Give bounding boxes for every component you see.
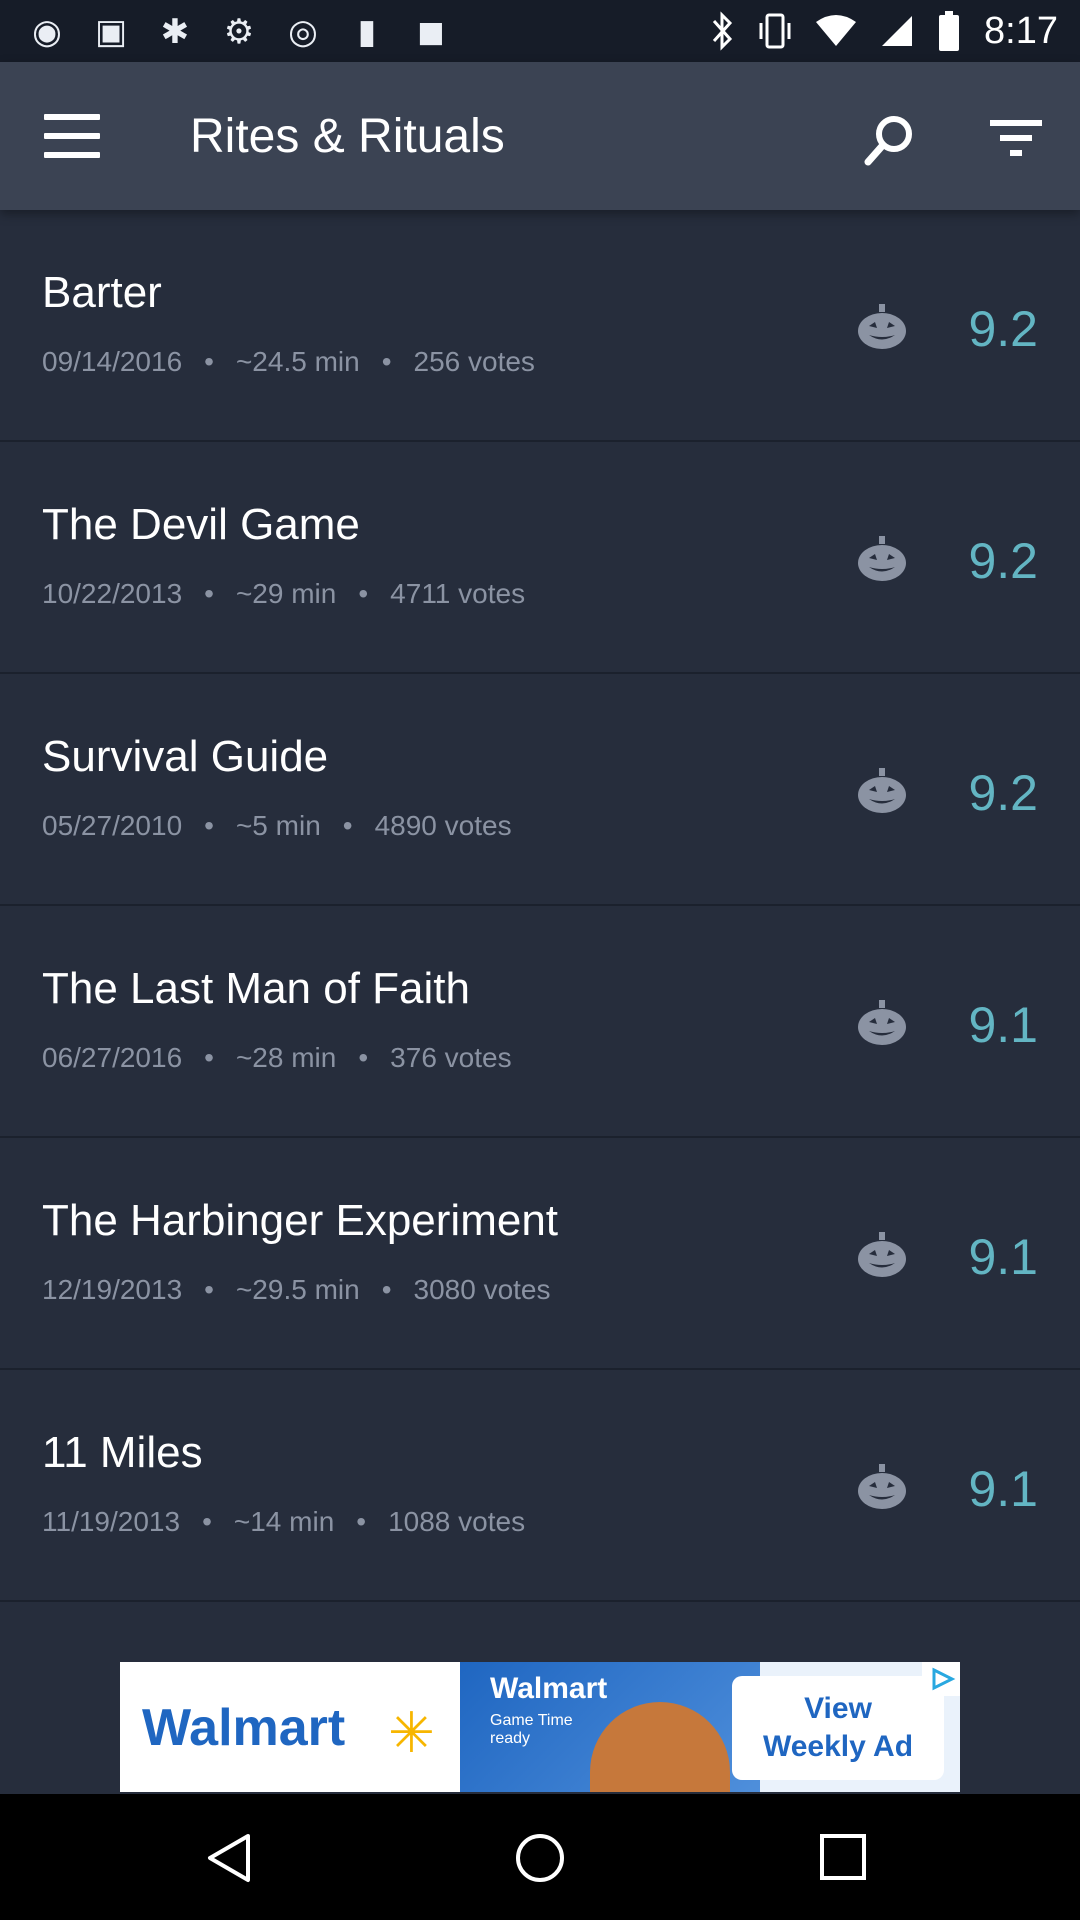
game-controller-icon: ◼: [416, 13, 446, 51]
status-bar: ◉ ▣ ✱ ⚙ ◎ ▮ ◼ 8:17: [0, 0, 1080, 62]
pumpkin-icon: [858, 1464, 906, 1509]
item-votes: 1088 votes: [388, 1506, 526, 1537]
bluetooth-icon: [712, 11, 733, 51]
item-votes: 4890 votes: [374, 810, 512, 841]
item-date: 05/27/2010: [42, 810, 183, 841]
adchoices-icon[interactable]: [922, 1662, 960, 1696]
page-title: Rites & Rituals: [190, 110, 505, 163]
ad-banner[interactable]: Walmart ✳ Walmart Game Time ready View W…: [120, 1662, 960, 1792]
signal-icon: [882, 16, 913, 46]
item-title: The Devil Game: [42, 500, 360, 549]
pumpkin-icon: [858, 1000, 906, 1045]
list-item[interactable]: Survival Guide 05/27/2010 • ~5 min • 4890 vo…: [0, 674, 1080, 906]
list-item[interactable]: 11 Miles 11/19/2013 • ~14 min • 1088 votes 9…: [0, 1370, 1080, 1602]
view-weekly-ad-button[interactable]: View Weekly Ad: [732, 1676, 944, 1780]
pumpkin-icon: [858, 768, 906, 813]
item-rating: 9.2: [968, 533, 1038, 589]
cta-line-2: Weekly Ad: [762, 1730, 914, 1763]
item-meta: 09/14/2016 • ~24.5 min • 256 votes: [42, 346, 535, 377]
item-votes: 376 votes: [390, 1042, 512, 1073]
filter-icon[interactable]: [990, 116, 1042, 160]
item-title: The Last Man of Faith: [42, 964, 470, 1013]
item-duration: ~28 min: [235, 1042, 337, 1073]
food-image: [590, 1702, 730, 1792]
menu-icon[interactable]: [44, 114, 100, 158]
item-votes: 4711 votes: [390, 578, 526, 609]
tools-icon: ✱: [160, 13, 190, 51]
wifi-icon: [816, 15, 857, 46]
pumpkin-icon: [858, 304, 906, 349]
lock-icon: ▮: [357, 13, 377, 51]
item-rating: 9.2: [968, 301, 1038, 357]
item-rating: 9.1: [968, 1461, 1038, 1517]
item-duration: ~29 min: [235, 578, 337, 609]
status-time: 8:17: [984, 9, 1058, 52]
list-item[interactable]: Barter 09/14/2016 • ~24.5 min • 256 votes 9.…: [0, 210, 1080, 442]
ritual-list: Barter 09/14/2016 • ~24.5 min • 256 votes 9.…: [0, 210, 1080, 1602]
list-item[interactable]: The Harbinger Experiment 12/19/2013 • ~29.…: [0, 1138, 1080, 1370]
pumpkin-icon: [858, 536, 906, 581]
app-bar: Rites & Rituals: [0, 62, 1080, 210]
item-date: 06/27/2016: [42, 1042, 183, 1073]
cta-line-1: View: [804, 1692, 872, 1725]
list-item[interactable]: The Last Man of Faith 06/27/2016 • ~28 min…: [0, 906, 1080, 1138]
item-title: Survival Guide: [42, 732, 329, 781]
status-left-icons: ◉ ▣ ✱ ⚙ ◎ ▮ ◼: [30, 10, 448, 54]
item-meta: 10/22/2013 • ~29 min • 4711 votes: [42, 578, 526, 609]
item-date: 12/19/2013: [42, 1274, 183, 1305]
back-icon[interactable]: [206, 1832, 252, 1884]
item-votes: 3080 votes: [413, 1274, 551, 1305]
item-date: 10/22/2013: [42, 578, 183, 609]
list-item[interactable]: The Devil Game 10/22/2013 • ~29 min • 4711 v…: [0, 442, 1080, 674]
gift-icon: ▣: [94, 13, 128, 51]
ad-image: Walmart Game Time ready: [460, 1662, 760, 1792]
item-meta: 11/19/2013 • ~14 min • 1088 votes: [42, 1506, 526, 1537]
home-icon[interactable]: [514, 1832, 566, 1884]
item-title: 11 Miles: [42, 1428, 203, 1477]
status-indicator-icon: ◎: [288, 13, 318, 51]
walmart-spark-icon: ✳: [388, 1701, 435, 1764]
settings-icon: ⚙: [223, 13, 255, 51]
item-duration: ~24.5 min: [235, 346, 360, 377]
item-rating: 9.1: [968, 997, 1038, 1053]
item-meta: 05/27/2010 • ~5 min • 4890 votes: [42, 810, 512, 841]
vibrate-icon: [759, 13, 791, 49]
recent-apps-icon[interactable]: [818, 1832, 868, 1882]
item-date: 09/14/2016: [42, 346, 183, 377]
battery-icon: [939, 11, 960, 51]
ad-logo-panel: Walmart ✳: [120, 1662, 460, 1792]
item-date: 11/19/2013: [42, 1506, 181, 1537]
pumpkin-icon: [858, 1232, 906, 1277]
item-duration: ~5 min: [235, 810, 321, 841]
item-title: Barter: [42, 268, 162, 317]
item-duration: ~14 min: [233, 1506, 335, 1537]
item-rating: 9.1: [968, 1229, 1038, 1285]
item-meta: 12/19/2013 • ~29.5 min • 3080 votes: [42, 1274, 551, 1305]
ad-mid-text: Game Time ready: [490, 1712, 573, 1747]
item-meta: 06/27/2016 • ~28 min • 376 votes: [42, 1042, 512, 1073]
item-votes: 256 votes: [413, 346, 535, 377]
item-duration: ~29.5 min: [235, 1274, 360, 1305]
ad-mid-brand: Walmart: [490, 1672, 608, 1705]
ad-brand: Walmart: [142, 1699, 346, 1757]
status-right-icons: 8:17: [710, 8, 1058, 54]
item-rating: 9.2: [968, 765, 1038, 821]
system-nav-bar: [0, 1794, 1080, 1920]
search-icon[interactable]: [862, 112, 918, 168]
notification-dot-icon: ◉: [32, 13, 62, 51]
item-title: The Harbinger Experiment: [42, 1196, 559, 1245]
